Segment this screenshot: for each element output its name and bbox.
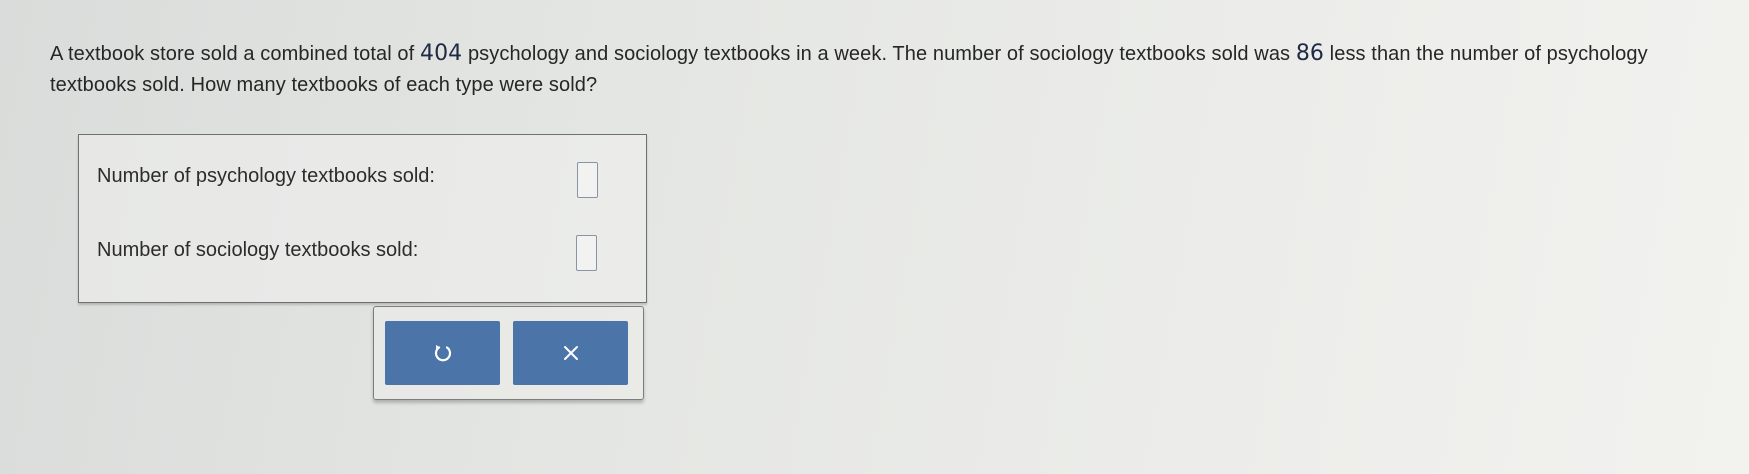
close-icon: [562, 344, 580, 362]
sociology-label: Number of sociology textbooks sold:: [97, 239, 419, 261]
psychology-answer-input[interactable]: [577, 162, 598, 198]
question-part-2: psychology and sociology textbooks in a …: [462, 43, 1296, 65]
undo-button[interactable]: [385, 321, 500, 385]
answer-panel: Number of psychology textbooks sold: Num…: [78, 134, 647, 303]
clear-button[interactable]: [513, 321, 628, 385]
sociology-row: Number of sociology textbooks sold:: [97, 239, 418, 262]
undo-icon: [433, 343, 453, 363]
sociology-answer-input[interactable]: [576, 235, 597, 271]
total-number: 404: [419, 41, 463, 66]
question-text: A textbook store sold a combined total o…: [50, 38, 1710, 101]
psychology-label: Number of psychology textbooks sold:: [97, 165, 435, 187]
difference-number: 86: [1295, 41, 1325, 66]
button-panel: [373, 306, 644, 400]
question-part-1: A textbook store sold a combined total o…: [50, 43, 420, 65]
psychology-row: Number of psychology textbooks sold:: [97, 165, 435, 188]
